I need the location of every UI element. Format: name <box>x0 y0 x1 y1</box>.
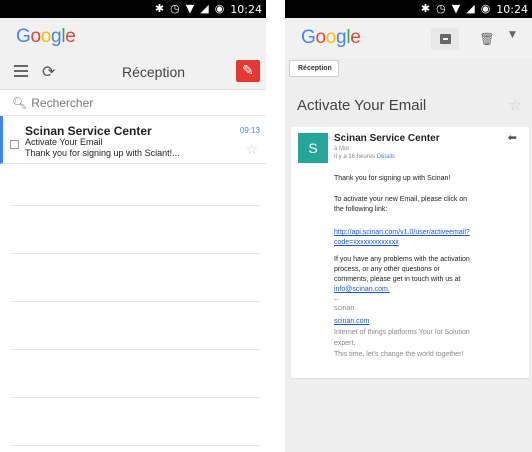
signature-line: expert, <box>334 340 356 347</box>
list-divider <box>10 349 260 350</box>
compose-button[interactable]: ✎ <box>236 60 260 82</box>
details-link[interactable]: Détails <box>377 154 395 160</box>
signature-line: This time, let's change the world togeth… <box>334 351 464 358</box>
body-line: To activate your new Email, please click… <box>334 196 468 203</box>
refresh-icon[interactable]: ⟳ <box>42 62 55 81</box>
body-line: process, or any other questions or <box>334 266 440 273</box>
message-sender: Scinan Service Center <box>25 124 152 138</box>
status-time: 10:24 <box>230 2 262 16</box>
search-icon: 🔍︎ <box>12 95 28 110</box>
app-header: Google <box>0 18 266 56</box>
status-time: 10:24 <box>496 2 528 16</box>
inbox-toolbar: ⟳ Réception ✎ <box>0 56 266 90</box>
alarm-icon: ◷ <box>436 2 446 15</box>
trash-icon: 🗑︎ <box>479 32 495 46</box>
message-time: 09:13 <box>239 126 260 135</box>
reply-icon[interactable]: ⬅︎ <box>508 131 517 144</box>
body-line: If you have any problems with the activa… <box>334 256 470 263</box>
message-screen: ✱ ◷ ▼ ◢ ◉ 10:24 Google 🗑︎ ▼ Réception Ac… <box>285 0 532 452</box>
signal-icon: ◢ <box>200 2 209 15</box>
subject-title: Activate Your Email <box>297 97 427 114</box>
signature-line: Internet of things platforms Your Iot So… <box>334 329 470 336</box>
archive-icon <box>439 34 451 44</box>
activation-link-code[interactable]: code=xxxxxxxxxxxxx <box>334 238 509 248</box>
label-row: Réception <box>285 58 532 78</box>
list-divider <box>10 397 260 398</box>
body-line: Thank you for signing up with Scinan! <box>334 175 451 182</box>
search-bar[interactable]: 🔍︎ Rechercher <box>0 90 266 116</box>
body-line: comments, please get in touch with us at <box>334 276 461 283</box>
body-line: the following link: <box>334 206 388 213</box>
signature-name: scinan <box>334 305 355 312</box>
inbox-screen: ✱ ◷ ▼ ◢ ◉ 10:24 Google ⟳ Réception ✎ 🔍︎ … <box>0 0 266 452</box>
label-chip[interactable]: Réception <box>289 60 339 77</box>
recipient-line: à Moi <box>334 146 349 152</box>
bluetooth-icon: ✱ <box>420 2 431 15</box>
app-header: Google 🗑︎ ▼ <box>285 18 532 58</box>
message-time: Il y a 16 heures <box>334 154 376 160</box>
email-link[interactable]: info@scinan.com. <box>334 285 509 295</box>
chevron-down-icon[interactable]: ▼ <box>509 30 516 40</box>
list-divider <box>10 445 260 446</box>
sender-name: Scinan Service Center <box>334 133 440 144</box>
search-input[interactable]: Rechercher <box>31 96 93 110</box>
website-link[interactable]: scinan.com <box>334 317 509 327</box>
message-row[interactable]: Scinan Service Center 09:13 Activate You… <box>0 116 266 164</box>
list-divider <box>10 205 260 206</box>
message-subject: Activate Your Email <box>25 137 103 147</box>
message-snippet: Thank you for signing up with Sciant!... <box>25 148 180 158</box>
activation-link[interactable]: http://api.scinan.com/v1.0/user/activeem… <box>334 228 509 238</box>
wifi-icon: ▼ <box>451 2 461 15</box>
signal-icon: ◢ <box>466 2 475 15</box>
archive-button[interactable] <box>431 28 459 50</box>
delete-button[interactable]: 🗑︎ <box>473 28 501 50</box>
pencil-icon: ✎ <box>242 63 254 79</box>
message-checkbox[interactable] <box>10 140 19 149</box>
star-icon[interactable]: ☆ <box>245 142 258 158</box>
wifi-icon: ▼ <box>185 2 195 15</box>
bluetooth-icon: ✱ <box>154 2 165 15</box>
list-divider <box>10 253 260 254</box>
list-divider <box>10 301 260 302</box>
battery-icon: ◉ <box>480 2 491 15</box>
status-bar: ✱ ◷ ▼ ◢ ◉ 10:24 <box>0 0 266 18</box>
star-icon[interactable]: ☆ <box>509 96 522 114</box>
alarm-icon: ◷ <box>170 2 180 15</box>
menu-icon[interactable] <box>14 65 28 77</box>
time-line: Il y a 16 heures Détails <box>334 154 395 160</box>
google-logo: Google <box>301 27 361 48</box>
status-bar: ✱ ◷ ▼ ◢ ◉ 10:24 <box>285 0 532 18</box>
battery-icon: ◉ <box>214 2 225 15</box>
avatar: S <box>298 133 328 163</box>
message-card: S Scinan Service Center à Moi Il y a 16 … <box>291 127 529 378</box>
google-logo: Google <box>16 26 76 47</box>
folder-title: Réception <box>122 64 186 80</box>
